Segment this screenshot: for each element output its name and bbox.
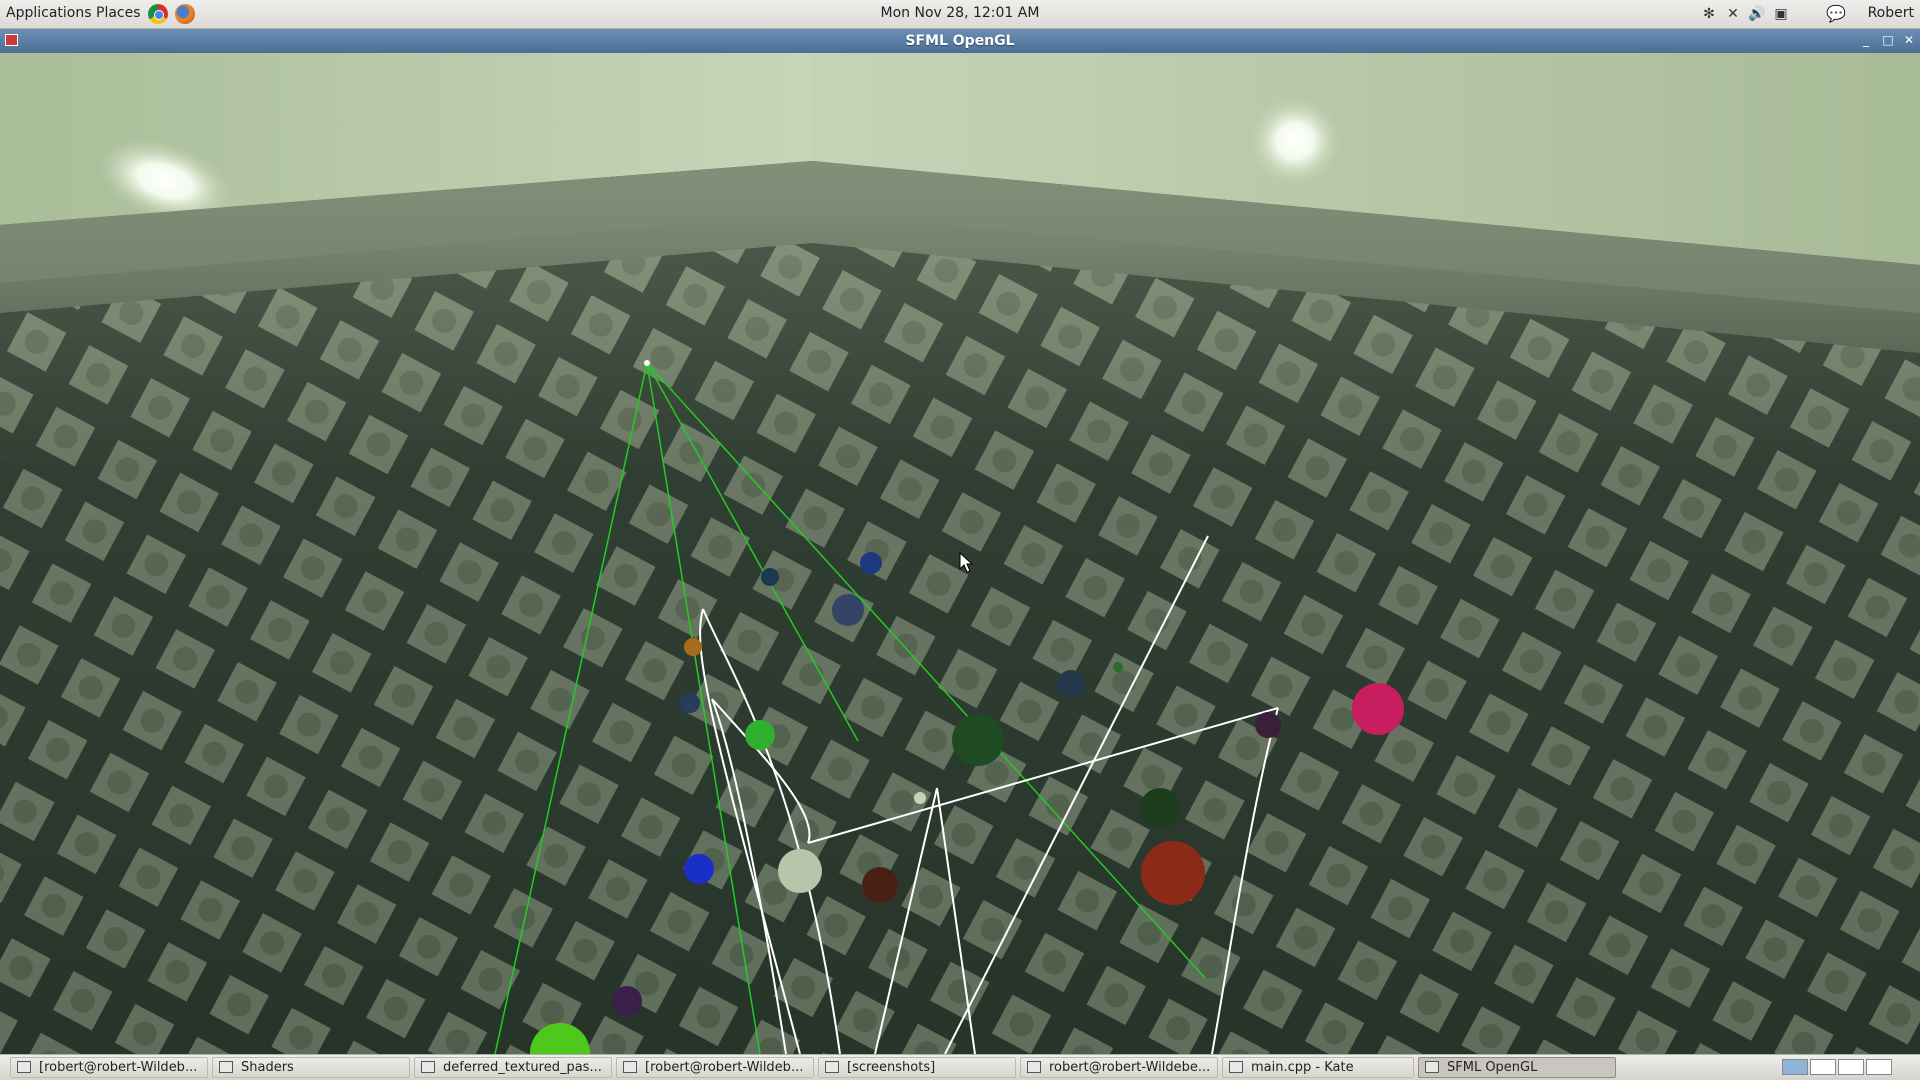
user-menu[interactable]: Robert [1868, 5, 1914, 21]
notification-icon[interactable]: ✕ [1724, 4, 1742, 24]
taskbar-item[interactable]: [screenshots] [818, 1057, 1016, 1078]
folder-icon [825, 1061, 839, 1073]
window-icon [1425, 1061, 1439, 1073]
taskbar-item[interactable]: deferred_textured_pas... [414, 1057, 612, 1078]
folder-icon [219, 1061, 233, 1073]
close-button[interactable]: ✕ [1901, 33, 1917, 48]
network-icon[interactable]: ✻ [1700, 4, 1718, 24]
maximize-button[interactable]: □ [1880, 33, 1896, 48]
taskbar-item[interactable]: main.cpp - Kate [1222, 1057, 1414, 1078]
taskbar-item[interactable]: Shaders [212, 1057, 410, 1078]
bottom-taskbar: [robert@robert-Wildeb... Shaders deferre… [0, 1054, 1920, 1080]
text-editor-icon [421, 1061, 435, 1073]
chat-icon[interactable]: 💬 [1826, 4, 1848, 24]
opengl-viewport[interactable] [0, 53, 1920, 1054]
top-panel: Applications Places Mon Nov 28, 12:01 AM… [0, 0, 1920, 29]
scene-render [0, 53, 1920, 1054]
window-title: SFML OpenGL [905, 33, 1015, 49]
display-icon[interactable]: ▣ [1772, 4, 1790, 24]
workspace-2[interactable] [1810, 1059, 1836, 1075]
light-glow-right [1249, 97, 1341, 185]
terminal-icon [623, 1061, 637, 1073]
clock[interactable]: Mon Nov 28, 12:01 AM [0, 5, 1920, 21]
taskbar-item-active[interactable]: SFML OpenGL [1418, 1057, 1616, 1078]
workspace-4[interactable] [1866, 1059, 1892, 1075]
window-titlebar[interactable]: SFML OpenGL _ □ ✕ [0, 29, 1920, 53]
taskbar-item[interactable]: [robert@robert-Wildeb... [616, 1057, 814, 1078]
workspace-3[interactable] [1838, 1059, 1864, 1075]
volume-icon[interactable]: 🔊 [1748, 4, 1766, 24]
kate-icon [1229, 1061, 1243, 1073]
terminal-icon [1027, 1061, 1041, 1073]
floor-tiles [0, 243, 1920, 1054]
workspace-1[interactable] [1782, 1059, 1808, 1075]
minimize-button[interactable]: _ [1858, 33, 1874, 48]
terminal-icon [17, 1061, 31, 1073]
system-tray: ✻ ✕ 🔊 ▣ [1700, 4, 1790, 24]
taskbar-item[interactable]: robert@robert-Wildebe... [1020, 1057, 1218, 1078]
taskbar-item[interactable]: [robert@robert-Wildeb... [10, 1057, 208, 1078]
